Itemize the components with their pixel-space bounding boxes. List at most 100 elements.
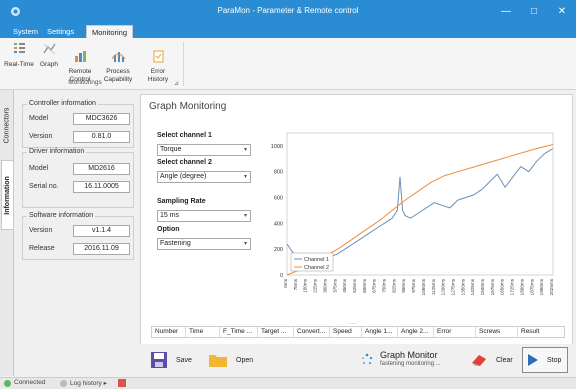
column-header[interactable]: Target ... [258, 327, 294, 337]
x-tick-label: 2025ms [549, 278, 554, 295]
x-tick-label: 1350ms [460, 278, 465, 295]
chevron-down-icon: ▾ [243, 174, 247, 180]
status-bar: Connected Log history ▸ [0, 377, 576, 389]
save-label: Save [176, 356, 192, 364]
y-left-tick-label: 400 [274, 221, 283, 227]
column-header[interactable]: Error [434, 327, 476, 337]
x-tick-label: 600ms [362, 278, 367, 292]
driver-info-group: Driver information Model MD2616 Serial n… [22, 148, 134, 208]
channel2-value: Angle (degree) [160, 173, 207, 180]
column-header[interactable]: Time [186, 327, 220, 337]
graph-monitoring-panel: Graph Monitoring Select channel 1 Torque… [140, 94, 573, 376]
software-release-label: Release [29, 245, 55, 252]
x-tick-label: 300ms [322, 278, 327, 292]
software-version-label: Version [29, 227, 53, 234]
driver-serial-value: 16.11.0005 [73, 181, 130, 193]
driver-model-value: MD2616 [73, 163, 130, 175]
channel1-select[interactable]: Torque ▾ [157, 144, 251, 156]
save-button[interactable]: Save [150, 347, 192, 373]
controller-info-group: Controller information Model MDC3626 Ver… [22, 100, 134, 148]
x-tick-label: 1725ms [510, 278, 515, 295]
x-tick-label: 1050ms [421, 278, 426, 295]
log-history-icon [60, 380, 67, 387]
option-value: Fastening [160, 240, 191, 247]
open-label: Open [236, 356, 254, 364]
save-icon [151, 352, 167, 368]
x-tick-label: 0ms [283, 278, 288, 287]
log-history-button[interactable]: Log history ▸ [70, 379, 107, 387]
ribbon: Real-Time Graph Remote Control Process C… [0, 38, 576, 90]
x-tick-label: 1800ms [519, 278, 524, 295]
sampling-rate-value: 15 ms [160, 212, 180, 219]
minimize-button[interactable]: — [492, 0, 520, 23]
dialog-launcher-icon[interactable]: ⊿ [174, 80, 179, 87]
y-left-tick-label: 0 [280, 273, 283, 279]
x-tick-label: 225ms [313, 278, 318, 292]
maximize-button[interactable]: □ [520, 0, 548, 23]
information-label: Information [4, 175, 11, 215]
column-header[interactable]: Speed [330, 327, 362, 337]
x-tick-label: 1425ms [470, 278, 475, 295]
option-select[interactable]: Fastening ▾ [157, 238, 251, 250]
error-history-icon [153, 50, 163, 62]
x-tick-label: 750ms [382, 278, 387, 292]
realtime-icon [13, 43, 25, 53]
x-tick-label: 450ms [342, 278, 347, 292]
tab-settings[interactable]: Settings [42, 25, 79, 38]
x-tick-label: 1125ms [431, 278, 436, 295]
clear-button[interactable]: Clear [470, 347, 513, 373]
chevron-down-icon: ▾ [243, 241, 247, 247]
open-button[interactable]: Open [208, 347, 253, 373]
channel2-label: Select channel 2 [157, 159, 212, 166]
folder-icon [209, 355, 227, 367]
x-tick-label: 375ms [332, 278, 337, 292]
tab-monitoring[interactable]: Monitoring [86, 25, 134, 38]
channel2-select[interactable]: Angle (degree) ▾ [157, 171, 251, 183]
bottom-toolbar: Save Open Graph Monitor fastening monito… [140, 344, 573, 376]
column-header[interactable]: Angle 1... [362, 327, 398, 337]
stop-label: Stop [547, 356, 562, 364]
x-tick-label: 1650ms [500, 278, 505, 295]
column-header[interactable]: Screws [476, 327, 518, 337]
x-tick-label: 1875ms [529, 278, 534, 295]
controller-version-value: 0.81.0 [73, 131, 130, 143]
close-button[interactable]: ✕ [548, 0, 576, 23]
channel1-value: Torque [160, 146, 182, 153]
tab-information[interactable]: Information [1, 160, 13, 230]
stop-button[interactable]: Stop [522, 347, 568, 373]
driver-info-legend: Driver information [27, 148, 87, 155]
x-tick-label: 825ms [391, 278, 396, 292]
loading-spinner-icon [362, 353, 373, 364]
graph-icon [43, 43, 55, 55]
column-header[interactable]: Result [518, 327, 564, 337]
graph-button[interactable]: Graph [36, 41, 62, 68]
realtime-button[interactable]: Real-Time [4, 41, 34, 68]
tab-connectors[interactable]: Connectors [1, 96, 13, 154]
legend-label: Channel 2 [304, 265, 329, 271]
connected-status-icon [4, 380, 11, 387]
column-header[interactable]: Number [152, 327, 186, 337]
x-tick-label: 975ms [411, 278, 416, 292]
line-chart: 0 200 400 600 800 1000 0ms 75ms 150ms 225ms 300ms 3… [271, 132, 554, 295]
y-left-tick-label: 1000 [271, 144, 283, 150]
tab-system[interactable]: System [8, 25, 43, 38]
column-header[interactable]: Angle 2... [398, 327, 434, 337]
x-tick-label: 1950ms [539, 278, 544, 295]
monitor-subtitle: fastening monitoring ... [380, 361, 441, 367]
x-tick-label: 1275ms [450, 278, 455, 295]
side-tab-strip: Connectors Information [0, 90, 14, 376]
window-title: ParaMon - Parameter & Remote control [217, 6, 359, 15]
column-header[interactable]: Convert... [294, 327, 330, 337]
sampling-rate-select[interactable]: 15 ms ▾ [157, 210, 251, 222]
x-tick-label: 1200ms [441, 278, 446, 295]
x-tick-label: 75ms [293, 278, 298, 290]
sampling-rate-label: Sampling Rate [157, 198, 206, 205]
title-bar: ParaMon - Parameter & Remote control — □… [0, 0, 576, 23]
software-info-group: Software information Version v1.1.4 Rele… [22, 212, 134, 260]
channel1-label: Select channel 1 [157, 132, 212, 139]
connected-status-text: Connected [14, 379, 46, 386]
error-indicator-icon [118, 379, 126, 387]
ribbon-tabs: System Settings Monitoring [0, 23, 576, 38]
connectors-label: Connectors [3, 107, 11, 143]
column-header[interactable]: F_Time ... [220, 327, 258, 337]
